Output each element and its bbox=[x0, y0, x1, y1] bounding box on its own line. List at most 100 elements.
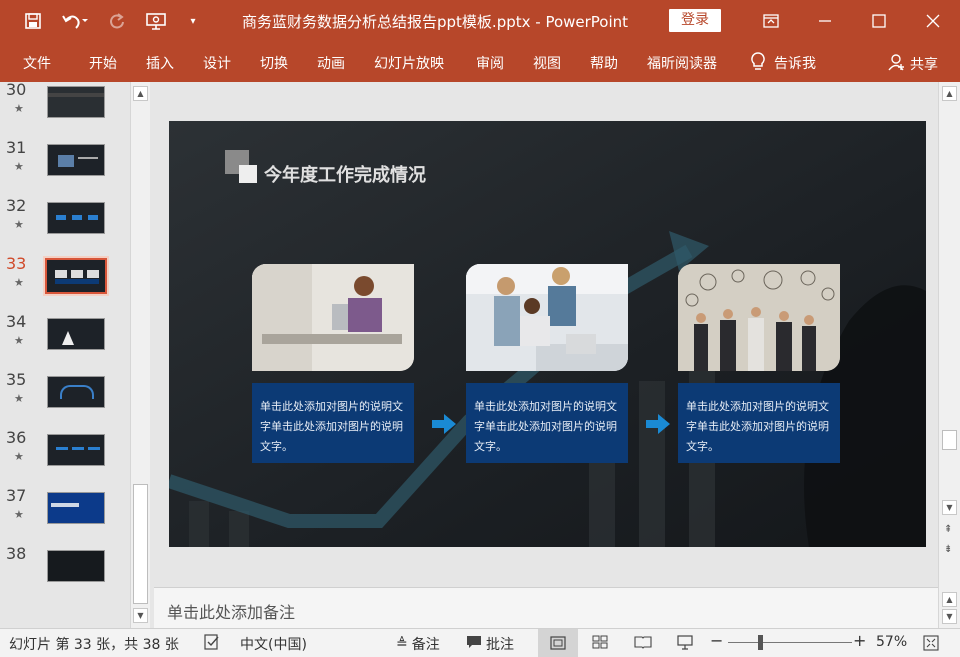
minimize-icon[interactable] bbox=[798, 0, 852, 42]
slide-counter: 幻灯片 第 33 张，共 38 张 bbox=[9, 637, 179, 653]
scroll-up-icon[interactable]: ▲ bbox=[942, 592, 957, 607]
scroll-up-icon[interactable]: ▲ bbox=[942, 86, 957, 101]
zoom-in-icon[interactable]: + bbox=[853, 631, 866, 650]
title-decoration-square bbox=[239, 165, 257, 183]
thumbnail-slide-33[interactable]: 33 ★ bbox=[0, 254, 130, 314]
scroll-up-icon[interactable]: ▲ bbox=[133, 86, 148, 101]
tab-file[interactable]: 文件 bbox=[23, 53, 51, 73]
reading-view-icon[interactable] bbox=[634, 635, 652, 653]
scroll-down-icon[interactable]: ▼ bbox=[133, 608, 148, 623]
thumbnail-number: 35 bbox=[6, 370, 27, 389]
lightbulb-icon bbox=[750, 51, 766, 75]
scroll-down-icon[interactable]: ▼ bbox=[942, 500, 957, 515]
thumbnail-slide-31[interactable]: 31 ★ bbox=[0, 138, 130, 198]
share-button[interactable]: 共享 bbox=[888, 53, 938, 75]
tab-design[interactable]: 设计 bbox=[203, 53, 231, 73]
next-slide-icon[interactable]: ⇟ bbox=[944, 544, 952, 555]
notes-button-label: 备注 bbox=[411, 637, 440, 653]
thumbnail-number: 37 bbox=[6, 486, 27, 505]
tab-transitions[interactable]: 切换 bbox=[260, 53, 288, 73]
maximize-icon[interactable] bbox=[852, 0, 906, 42]
slideshow-view-icon[interactable] bbox=[676, 634, 694, 654]
thumbnail-number: 33 bbox=[6, 254, 27, 273]
scrollbar-thumb[interactable] bbox=[133, 484, 148, 604]
close-icon[interactable] bbox=[906, 0, 960, 42]
scroll-down-icon[interactable]: ▼ bbox=[942, 609, 957, 624]
card-2-text-box[interactable]: 单击此处添加对图片的说明文字单击此处添加对图片的说明文字。 bbox=[466, 383, 628, 463]
animation-star-icon: ★ bbox=[14, 102, 24, 115]
zoom-slider-track[interactable] bbox=[728, 642, 852, 643]
notes-scrollbar[interactable]: ▲ ▼ bbox=[938, 587, 960, 628]
share-label: 共享 bbox=[910, 57, 938, 73]
slide-canvas[interactable]: 今年度工作完成情况 单击此处添加对图片的说明文字单击此处添加对图片的说明文字。 bbox=[169, 121, 926, 547]
redo-icon[interactable] bbox=[106, 10, 128, 32]
thumbnail-slide-38[interactable]: 38 bbox=[0, 544, 130, 604]
undo-icon[interactable] bbox=[60, 10, 90, 32]
thumbnail-scrollbar[interactable]: ▲ ▼ bbox=[130, 82, 150, 628]
zoom-level[interactable]: 57% bbox=[876, 634, 907, 650]
tab-foxit-reader[interactable]: 福昕阅读器 bbox=[647, 53, 717, 73]
comment-icon bbox=[466, 635, 482, 653]
card-1-text-box[interactable]: 单击此处添加对图片的说明文字单击此处添加对图片的说明文字。 bbox=[252, 383, 414, 463]
scrollbar-thumb[interactable] bbox=[942, 430, 957, 450]
thumbnail-image bbox=[47, 376, 105, 408]
thumbnail-image bbox=[47, 144, 105, 176]
tab-view[interactable]: 视图 bbox=[533, 53, 561, 73]
card-2-photo[interactable] bbox=[466, 264, 628, 371]
comments-button[interactable]: 批注 bbox=[466, 634, 514, 654]
notes-placeholder[interactable]: 单击此处添加备注 bbox=[167, 599, 295, 623]
animation-star-icon: ★ bbox=[14, 392, 24, 405]
card-3-text-box[interactable]: 单击此处添加对图片的说明文字单击此处添加对图片的说明文字。 bbox=[678, 383, 840, 463]
tab-animations[interactable]: 动画 bbox=[317, 53, 345, 73]
thumbnail-slide-35[interactable]: 35 ★ bbox=[0, 370, 130, 430]
save-icon[interactable] bbox=[22, 10, 44, 32]
thumbnail-number: 31 bbox=[6, 138, 27, 157]
spelling-check-icon[interactable] bbox=[203, 633, 221, 655]
notes-pane[interactable]: 单击此处添加备注 bbox=[154, 587, 938, 628]
thumbnail-number: 30 bbox=[6, 80, 27, 99]
card-1-description: 单击此处添加对图片的说明文字单击此处添加对图片的说明文字。 bbox=[260, 400, 403, 453]
thumbnail-slide-36[interactable]: 36 ★ bbox=[0, 428, 130, 488]
thumbnail-image bbox=[47, 492, 105, 524]
animation-star-icon: ★ bbox=[14, 160, 24, 173]
card-1-photo[interactable] bbox=[252, 264, 414, 371]
tab-slideshow[interactable]: 幻灯片放映 bbox=[374, 53, 444, 73]
customize-qat-icon[interactable]: ▾ bbox=[186, 10, 200, 32]
thumbnail-number: 34 bbox=[6, 312, 27, 331]
login-button[interactable]: 登录 bbox=[669, 9, 721, 32]
thumbnail-slide-30[interactable]: 30 ★ bbox=[0, 80, 130, 140]
thumbnail-slide-37[interactable]: 37 ★ bbox=[0, 486, 130, 546]
normal-view-icon[interactable] bbox=[538, 629, 578, 657]
window-controls bbox=[744, 0, 960, 42]
fit-to-window-icon[interactable] bbox=[923, 635, 939, 655]
thumbnail-slide-34[interactable]: 34 ★ bbox=[0, 312, 130, 372]
thumbnail-slide-32[interactable]: 32 ★ bbox=[0, 196, 130, 256]
notes-icon: ≜ bbox=[396, 636, 408, 652]
notes-button[interactable]: ≜ 备注 bbox=[396, 634, 440, 654]
animation-star-icon: ★ bbox=[14, 218, 24, 231]
card-3-photo[interactable] bbox=[678, 264, 840, 371]
language-indicator[interactable]: 中文(中国) bbox=[240, 634, 307, 654]
animation-star-icon: ★ bbox=[14, 334, 24, 347]
thumbnail-number: 38 bbox=[6, 544, 27, 563]
zoom-slider-thumb[interactable] bbox=[758, 635, 763, 650]
title-bar: ▾ 商务蓝财务数据分析总结报告ppt模板.pptx - PowerPoint 登… bbox=[0, 0, 960, 42]
ribbon-display-options-icon[interactable] bbox=[744, 0, 798, 42]
slide-title[interactable]: 今年度工作完成情况 bbox=[264, 161, 426, 187]
thumbnail-number: 36 bbox=[6, 428, 27, 447]
slide-scrollbar[interactable]: ▲ ▼ ⇞ ⇟ bbox=[938, 82, 960, 587]
tab-help[interactable]: 帮助 bbox=[590, 53, 618, 73]
tell-me-label: 告诉我 bbox=[774, 56, 816, 72]
card-3-description: 单击此处添加对图片的说明文字单击此处添加对图片的说明文字。 bbox=[686, 400, 829, 453]
tab-review[interactable]: 审阅 bbox=[476, 53, 504, 73]
comments-button-label: 批注 bbox=[486, 637, 514, 653]
slide-sorter-view-icon[interactable] bbox=[592, 635, 608, 653]
zoom-out-icon[interactable]: − bbox=[710, 631, 723, 650]
card-2-description: 单击此处添加对图片的说明文字单击此处添加对图片的说明文字。 bbox=[474, 400, 617, 453]
present-from-start-icon[interactable] bbox=[144, 10, 170, 32]
thumbnail-image bbox=[43, 256, 109, 296]
tell-me-search[interactable]: 告诉我 bbox=[750, 51, 816, 75]
previous-slide-icon[interactable]: ⇞ bbox=[944, 524, 952, 535]
tab-insert[interactable]: 插入 bbox=[146, 53, 174, 73]
tab-home[interactable]: 开始 bbox=[89, 53, 117, 73]
